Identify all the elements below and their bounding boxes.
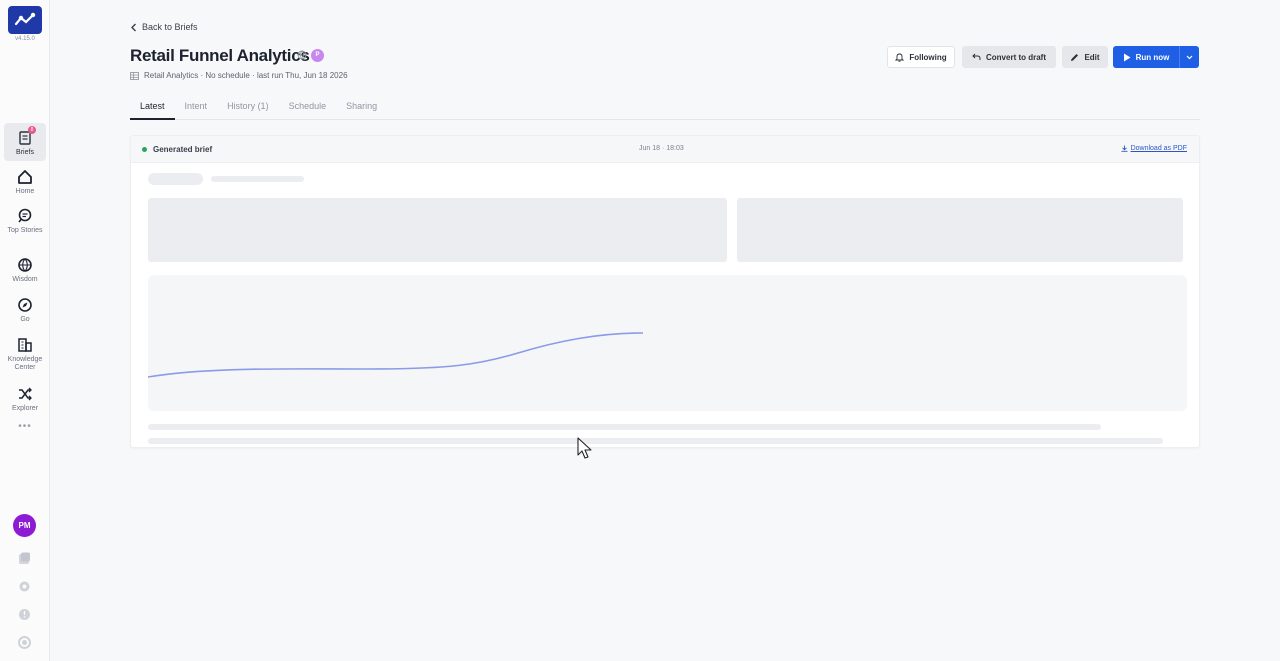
page-title: Retail Funnel Analytics (130, 46, 310, 65)
back-link-label: Back to Briefs (142, 22, 198, 32)
brief-meta: Retail Analytics · No schedule · last ru… (130, 71, 348, 80)
sidebar-item-label: Knowledge Center (7, 356, 43, 371)
back-to-briefs-link[interactable]: Back to Briefs (130, 22, 198, 32)
convert-to-draft-button[interactable]: Convert to draft (962, 46, 1056, 68)
tab-latest[interactable]: Latest (130, 96, 175, 120)
help-icon[interactable] (17, 607, 32, 622)
globe-icon (297, 50, 307, 60)
card-header: Generated brief Jun 18 · 18:03 Download … (131, 136, 1199, 163)
skeleton-text-line (148, 424, 1101, 430)
skeleton-block-right (737, 198, 1183, 262)
run-options-dropdown[interactable] (1179, 46, 1199, 68)
sidebar: v4.15.0 8 Briefs Home Top Stories Wisdom (0, 0, 50, 661)
building-icon (18, 338, 32, 352)
sidebar-item-knowledge-center[interactable]: Knowledge Center (4, 336, 46, 372)
brief-tabs: Latest Intent History (1) Schedule Shari… (130, 96, 1200, 120)
sidebar-item-label: Explorer (11, 405, 39, 412)
following-label: Following (909, 52, 947, 62)
skeleton-block-left (148, 198, 727, 262)
compass-icon (18, 298, 32, 312)
skeleton-pill (148, 173, 203, 185)
wisdom-icon (18, 258, 32, 272)
card-timestamp: Jun 18 · 18:03 (639, 145, 684, 152)
bell-icon (895, 53, 905, 62)
run-now-button[interactable]: Run now (1113, 46, 1179, 68)
more-menu-icon[interactable]: ••• (0, 421, 50, 432)
mouse-cursor-icon (577, 437, 592, 459)
play-icon (1123, 53, 1131, 61)
sidebar-item-label: Briefs (16, 149, 34, 156)
tab-sharing[interactable]: Sharing (336, 96, 387, 120)
app-version: v4.15.0 (15, 36, 35, 42)
sidebar-item-explorer[interactable]: Explorer (4, 385, 46, 413)
pencil-icon (1071, 53, 1079, 61)
edit-label: Edit (1084, 52, 1100, 62)
sidebar-item-go[interactable]: Go (4, 296, 46, 324)
card-title: Generated brief (153, 145, 213, 154)
avatar[interactable]: PM (13, 514, 36, 537)
briefs-badge: 8 (28, 126, 36, 134)
skeleton-line (211, 176, 304, 182)
logo-icon (14, 12, 36, 26)
download-pdf-link[interactable]: Download as PDF (1121, 145, 1187, 152)
sidebar-item-label: Home (15, 188, 35, 195)
chevron-down-icon (1186, 55, 1193, 59)
owner-badge[interactable]: P (311, 49, 324, 62)
generated-brief-card: Generated brief Jun 18 · 18:03 Download … (130, 135, 1200, 448)
home-icon (18, 170, 32, 184)
sidebar-item-wisdom[interactable]: Wisdom (4, 256, 46, 284)
chevron-left-icon (131, 23, 136, 31)
top-stories-icon (18, 208, 32, 223)
loading-trend-line (147, 332, 644, 378)
tab-intent[interactable]: Intent (175, 96, 218, 120)
table-icon (130, 71, 139, 80)
status-dot (142, 147, 147, 152)
convert-to-draft-label: Convert to draft (986, 52, 1046, 62)
tab-history[interactable]: History (1) (217, 96, 279, 120)
skeleton-text-line (148, 438, 1163, 444)
run-now-label: Run now (1135, 52, 1170, 62)
following-button[interactable]: Following (887, 46, 955, 68)
undo-icon (972, 53, 981, 60)
sidebar-item-label: Top Stories (7, 227, 43, 234)
edit-button[interactable]: Edit (1062, 46, 1108, 68)
app-logo[interactable] (8, 6, 42, 34)
skeleton-chart-area (147, 275, 1187, 411)
stack-icon[interactable] (17, 551, 32, 566)
download-pdf-label: Download as PDF (1130, 145, 1187, 152)
tab-schedule[interactable]: Schedule (279, 96, 337, 120)
shuffle-icon (19, 387, 32, 401)
support-icon[interactable] (17, 635, 32, 650)
sidebar-item-top-stories[interactable]: Top Stories (4, 207, 46, 235)
download-icon (1121, 145, 1128, 152)
settings-icon[interactable] (17, 579, 32, 594)
sidebar-item-label: Wisdom (12, 276, 38, 283)
brief-meta-text: Retail Analytics · No schedule · last ru… (144, 71, 348, 80)
sidebar-item-label: Go (20, 316, 30, 323)
sidebar-item-briefs[interactable]: 8 Briefs (4, 123, 46, 161)
sidebar-item-home[interactable]: Home (4, 168, 46, 196)
